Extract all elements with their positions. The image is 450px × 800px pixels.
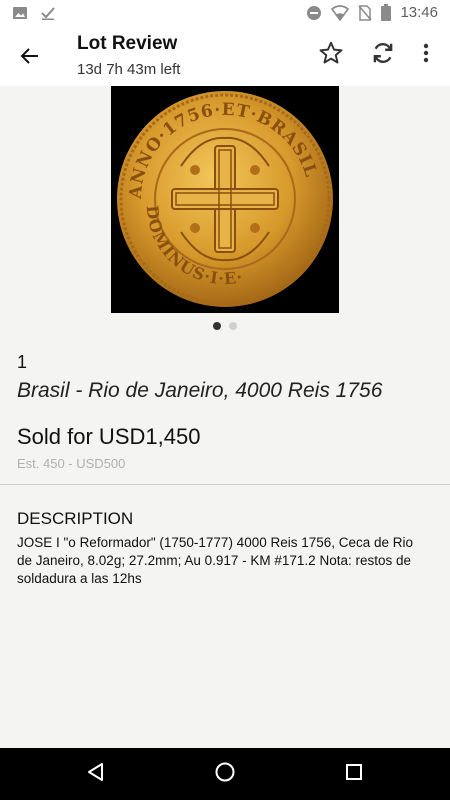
lot-image[interactable]: ANNO·1756·ET·BRASIL DOMINUS·I·E· <box>111 86 339 313</box>
image-pager <box>0 322 450 330</box>
divider <box>0 484 450 485</box>
do-not-disturb-icon <box>306 5 322 21</box>
nav-recents-button[interactable] <box>341 761 367 787</box>
pager-dot-active[interactable] <box>213 322 221 330</box>
back-arrow-icon <box>20 46 40 71</box>
nav-home-icon <box>214 761 236 788</box>
check-icon <box>40 5 56 21</box>
estimate: Est. 450 - USD500 <box>17 456 126 471</box>
no-sim-icon <box>358 4 373 21</box>
gold-coin-image: ANNO·1756·ET·BRASIL DOMINUS·I·E· <box>117 91 333 307</box>
wifi-icon <box>331 4 350 21</box>
refresh-button[interactable] <box>368 40 398 70</box>
favorite-button[interactable] <box>316 40 346 70</box>
nav-recents-icon <box>345 763 363 786</box>
app-bar: Lot Review 13d 7h 43m left <box>0 26 450 86</box>
more-vert-icon <box>423 43 429 68</box>
more-options-button[interactable] <box>414 40 438 70</box>
refresh-icon <box>370 40 396 71</box>
system-nav-bar <box>0 748 450 800</box>
lot-title: Brasil - Rio de Janeiro, 4000 Reis 1756 <box>17 379 383 402</box>
description-body: JOSE I "o Reformador" (1750-1777) 4000 R… <box>17 535 414 586</box>
nav-back-button[interactable] <box>83 761 109 787</box>
nav-home-button[interactable] <box>212 761 238 787</box>
back-button[interactable] <box>14 42 46 74</box>
star-outline-icon <box>318 40 344 71</box>
nav-back-icon <box>86 762 106 787</box>
page-title: Lot Review <box>77 33 178 54</box>
sold-price: Sold for USD1,450 <box>17 424 201 449</box>
lot-number: 1 <box>17 352 28 372</box>
status-time: 13:46 <box>400 4 438 21</box>
image-icon <box>12 5 28 21</box>
battery-icon <box>381 4 392 21</box>
status-bar: 13:46 <box>0 0 450 26</box>
pager-dot[interactable] <box>229 322 237 330</box>
time-left: 13d 7h 43m left <box>77 61 181 78</box>
description-heading: DESCRIPTION <box>17 509 134 528</box>
